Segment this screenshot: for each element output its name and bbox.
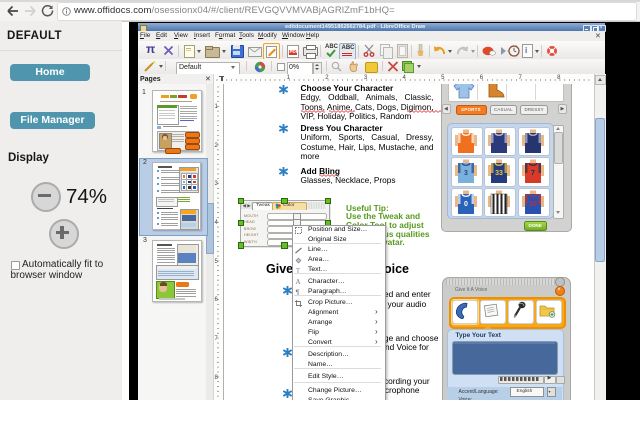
svg-text:33: 33: [495, 170, 503, 177]
svg-text:7: 7: [531, 170, 535, 177]
svg-text:10: 10: [529, 201, 537, 208]
svg-text:0: 0: [464, 201, 468, 208]
svg-text:3: 3: [464, 170, 468, 177]
svg-text:A: A: [296, 278, 301, 285]
